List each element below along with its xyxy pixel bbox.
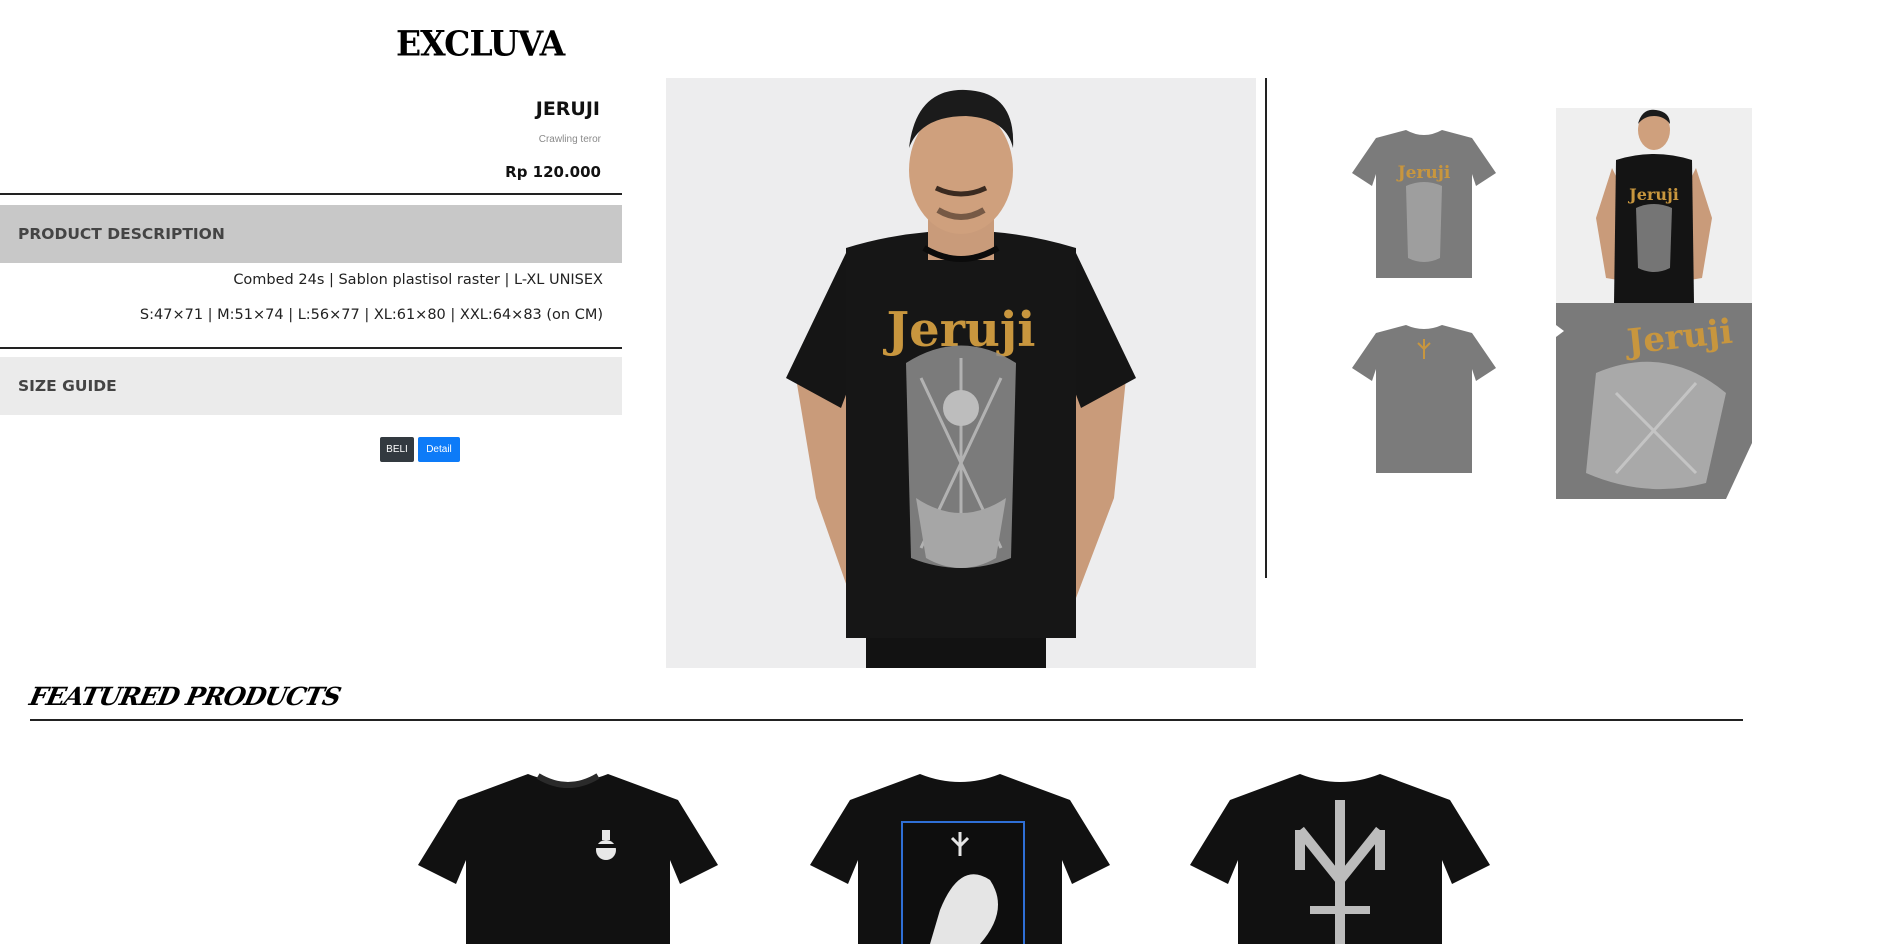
brand-logo[interactable]: EXCLUVA [396, 23, 565, 64]
divider [0, 193, 622, 195]
product-description-label: PRODUCT DESCRIPTION [18, 225, 225, 243]
size-guide-label: SIZE GUIDE [18, 377, 117, 395]
featured-item[interactable] [1190, 760, 1490, 944]
product-price: Rp 120.000 [505, 163, 601, 181]
vertical-divider [1265, 78, 1267, 578]
product-name: JERUJI [535, 98, 600, 120]
featured-divider [30, 719, 1743, 721]
thumbnail-model[interactable]: Jeruji [1556, 108, 1752, 304]
svg-text:Jeruji: Jeruji [1627, 185, 1679, 204]
thumbnail-tshirt-front[interactable]: Jeruji [1326, 108, 1522, 304]
featured-item[interactable] [418, 760, 718, 944]
divider [0, 347, 622, 349]
thumbnail-tshirt-back[interactable] [1326, 303, 1522, 499]
thumbnail-print-closeup[interactable]: Jeruji [1556, 303, 1752, 499]
buy-button[interactable]: BELI [380, 437, 414, 462]
detail-button[interactable]: Detail [418, 437, 460, 462]
product-subtitle: Crawling teror [538, 134, 601, 145]
description-line: Combed 24s | Sablon plastisol raster | L… [233, 272, 603, 288]
description-line: S:47×71 | M:51×74 | L:56×77 | XL:61×80 |… [139, 307, 603, 323]
product-description-header[interactable]: PRODUCT DESCRIPTION [0, 205, 622, 263]
size-guide-header[interactable]: SIZE GUIDE [0, 357, 622, 415]
featured-products-title: FEATURED PRODUCTS [26, 682, 343, 711]
main-product-image[interactable]: Jeruji [666, 78, 1256, 668]
featured-item[interactable] [810, 760, 1110, 944]
svg-text:Jeruji: Jeruji [1396, 163, 1451, 183]
